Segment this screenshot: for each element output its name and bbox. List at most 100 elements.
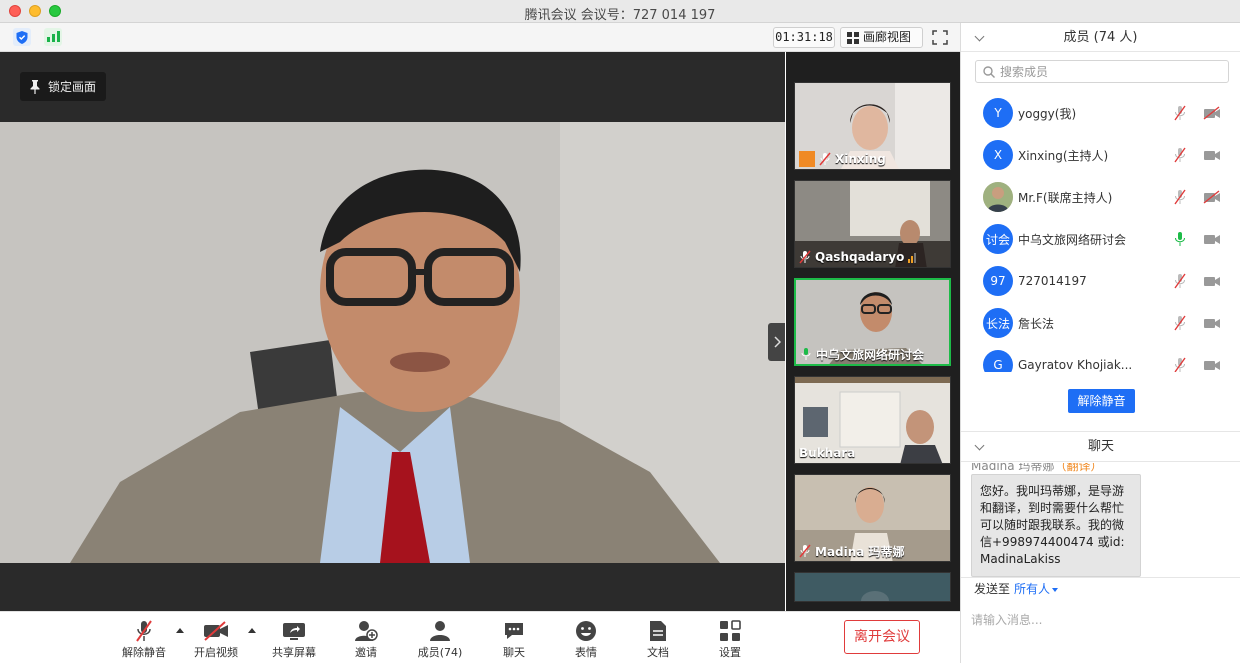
- audio-options-caret[interactable]: [176, 628, 184, 633]
- share-screen-button[interactable]: 共享屏幕: [264, 618, 324, 660]
- member-row[interactable]: 长法 詹长法: [961, 302, 1240, 344]
- member-row[interactable]: 97 727014197: [961, 260, 1240, 302]
- member-row[interactable]: X Xinxing(主持人): [961, 134, 1240, 176]
- pin-icon: [30, 79, 40, 94]
- lock-view-button[interactable]: 锁定画面: [20, 72, 106, 101]
- member-row[interactable]: Y yoggy(我): [961, 92, 1240, 134]
- avatar: Y: [983, 98, 1013, 128]
- video-thumbnail-active[interactable]: 中乌文旅网络研讨会: [794, 278, 951, 366]
- video-thumbnail[interactable]: Madina 玛蒂娜: [794, 474, 951, 562]
- unmute-button[interactable]: 解除静音: [114, 618, 174, 660]
- thumbnail-label: Madina 玛蒂娜: [795, 541, 909, 561]
- settings-button[interactable]: 设置: [700, 618, 760, 660]
- chat-button[interactable]: 聊天: [484, 618, 544, 660]
- mic-muted-icon[interactable]: [1173, 147, 1187, 163]
- member-search-input[interactable]: 搜索成员: [975, 60, 1229, 83]
- thumbnail-label: Xinxing: [795, 149, 890, 169]
- mic-muted-icon[interactable]: [1173, 315, 1187, 331]
- avatar: G: [983, 350, 1013, 372]
- signal-icon[interactable]: [44, 28, 62, 46]
- settings-grid-icon: [720, 620, 741, 641]
- camera-icon[interactable]: [1203, 148, 1221, 162]
- leave-meeting-button[interactable]: 离开会议: [844, 620, 920, 654]
- thumbnail-name: Madina 玛蒂娜: [815, 544, 905, 559]
- start-video-label: 开启视频: [194, 646, 238, 659]
- camera-icon[interactable]: [1203, 316, 1221, 330]
- invite-button[interactable]: 邀请: [336, 618, 396, 660]
- meeting-controls: 解除静音 开启视频 共享屏幕 邀请 成员(74) 聊天 表情 文档 设置 离开会…: [0, 611, 960, 663]
- camera-icon[interactable]: [1203, 358, 1221, 372]
- member-row[interactable]: Mr.F(联席主持人): [961, 176, 1240, 218]
- signal-weak-icon: [908, 251, 917, 263]
- thumbnail-name: Bukhara: [799, 446, 856, 460]
- thumbnail-name: Qashqadaryo: [815, 250, 905, 264]
- avatar: 讨会: [983, 224, 1013, 254]
- chevron-down-icon[interactable]: [974, 31, 985, 42]
- send-to-target-select[interactable]: 所有人: [1014, 582, 1050, 596]
- avatar: X: [983, 140, 1013, 170]
- avatar-icon: [799, 151, 815, 167]
- member-row[interactable]: 讨会 中乌文旅网络研讨会: [961, 218, 1240, 260]
- mic-muted-icon[interactable]: [1173, 189, 1187, 205]
- participant-filmstrip: Xinxing Qashqadaryo 中乌文旅网络研讨会 Bukhara Ma…: [786, 52, 960, 611]
- shield-icon[interactable]: [13, 28, 31, 46]
- chat-panel-header[interactable]: 聊天: [961, 432, 1240, 462]
- mic-muted-icon[interactable]: [1173, 273, 1187, 289]
- send-to-label: 发送至: [974, 582, 1011, 596]
- video-thumbnail[interactable]: Xinxing: [794, 82, 951, 170]
- add-user-icon: [355, 621, 378, 641]
- members-label: 成员(74): [417, 646, 463, 659]
- fullscreen-icon[interactable]: [930, 27, 950, 48]
- mic-active-icon: [801, 348, 811, 360]
- chat-icon: [505, 623, 523, 639]
- members-button[interactable]: 成员(74): [410, 618, 470, 660]
- search-icon: [983, 65, 995, 78]
- camera-off-icon[interactable]: [1203, 190, 1221, 204]
- avatar: 97: [983, 266, 1013, 296]
- video-thumbnail[interactable]: Bukhara: [794, 376, 951, 464]
- documents-button[interactable]: 文档: [628, 618, 688, 660]
- chat-message-input[interactable]: 请输入消息...: [971, 611, 1042, 628]
- gallery-view-label: 画廊视图: [863, 30, 912, 44]
- thumbnail-name: 中乌文旅网络研讨会: [816, 347, 925, 362]
- share-screen-icon: [283, 623, 305, 640]
- lock-view-label: 锁定画面: [48, 80, 97, 94]
- mic-muted-icon[interactable]: [1173, 357, 1187, 372]
- mic-muted-icon[interactable]: [1173, 105, 1187, 121]
- members-icon: [430, 621, 450, 641]
- camera-off-icon[interactable]: [1203, 106, 1221, 120]
- member-name: Xinxing(主持人): [1018, 148, 1109, 163]
- unmute-label: 解除静音: [122, 646, 166, 659]
- video-thumbnail[interactable]: [794, 572, 951, 602]
- collapse-filmstrip-button[interactable]: [768, 323, 785, 361]
- side-panel: 成员 (74 人) 搜索成员 Y yoggy(我) X Xinxing(主持人)…: [960, 23, 1240, 663]
- thumbnail-label: Qashqadaryo: [795, 247, 920, 267]
- member-name: Gayratov Khojiak...: [1018, 358, 1133, 372]
- member-name: yoggy(我): [1018, 106, 1077, 121]
- start-video-button[interactable]: 开启视频: [186, 618, 246, 660]
- members-panel-title: 成员 (74 人): [1063, 30, 1138, 45]
- reactions-button[interactable]: 表情: [556, 618, 616, 660]
- chat-sender-role: （翻译）: [1054, 463, 1103, 473]
- video-thumbnail[interactable]: Qashqadaryo: [794, 180, 951, 268]
- meeting-toolbar: 01:31:18 画廊视图: [0, 23, 960, 52]
- chevron-down-icon[interactable]: [1052, 587, 1059, 592]
- mic-active-icon[interactable]: [1173, 231, 1187, 247]
- meeting-timer: 01:31:18: [773, 27, 835, 48]
- camera-icon[interactable]: [1203, 274, 1221, 288]
- chevron-down-icon[interactable]: [974, 440, 985, 451]
- profile-photo-icon: [983, 182, 1013, 212]
- chat-sender: Madina 玛蒂娜（翻译）: [971, 463, 1102, 474]
- member-name: Mr.F(联席主持人): [1018, 190, 1113, 205]
- invite-label: 邀请: [355, 646, 377, 659]
- members-panel-header[interactable]: 成员 (74 人): [961, 23, 1240, 52]
- member-row[interactable]: G Gayratov Khojiak...: [961, 344, 1240, 372]
- gallery-view-button[interactable]: 画廊视图: [840, 27, 923, 48]
- unmute-all-button[interactable]: 解除静音: [1068, 389, 1135, 413]
- member-search-placeholder: 搜索成员: [1000, 65, 1049, 79]
- reactions-label: 表情: [575, 646, 597, 659]
- video-options-caret[interactable]: [248, 628, 256, 633]
- thumbnail-label: 中乌文旅网络研讨会: [796, 344, 928, 364]
- thumbnail-name: Xinxing: [835, 152, 886, 166]
- camera-icon[interactable]: [1203, 232, 1221, 246]
